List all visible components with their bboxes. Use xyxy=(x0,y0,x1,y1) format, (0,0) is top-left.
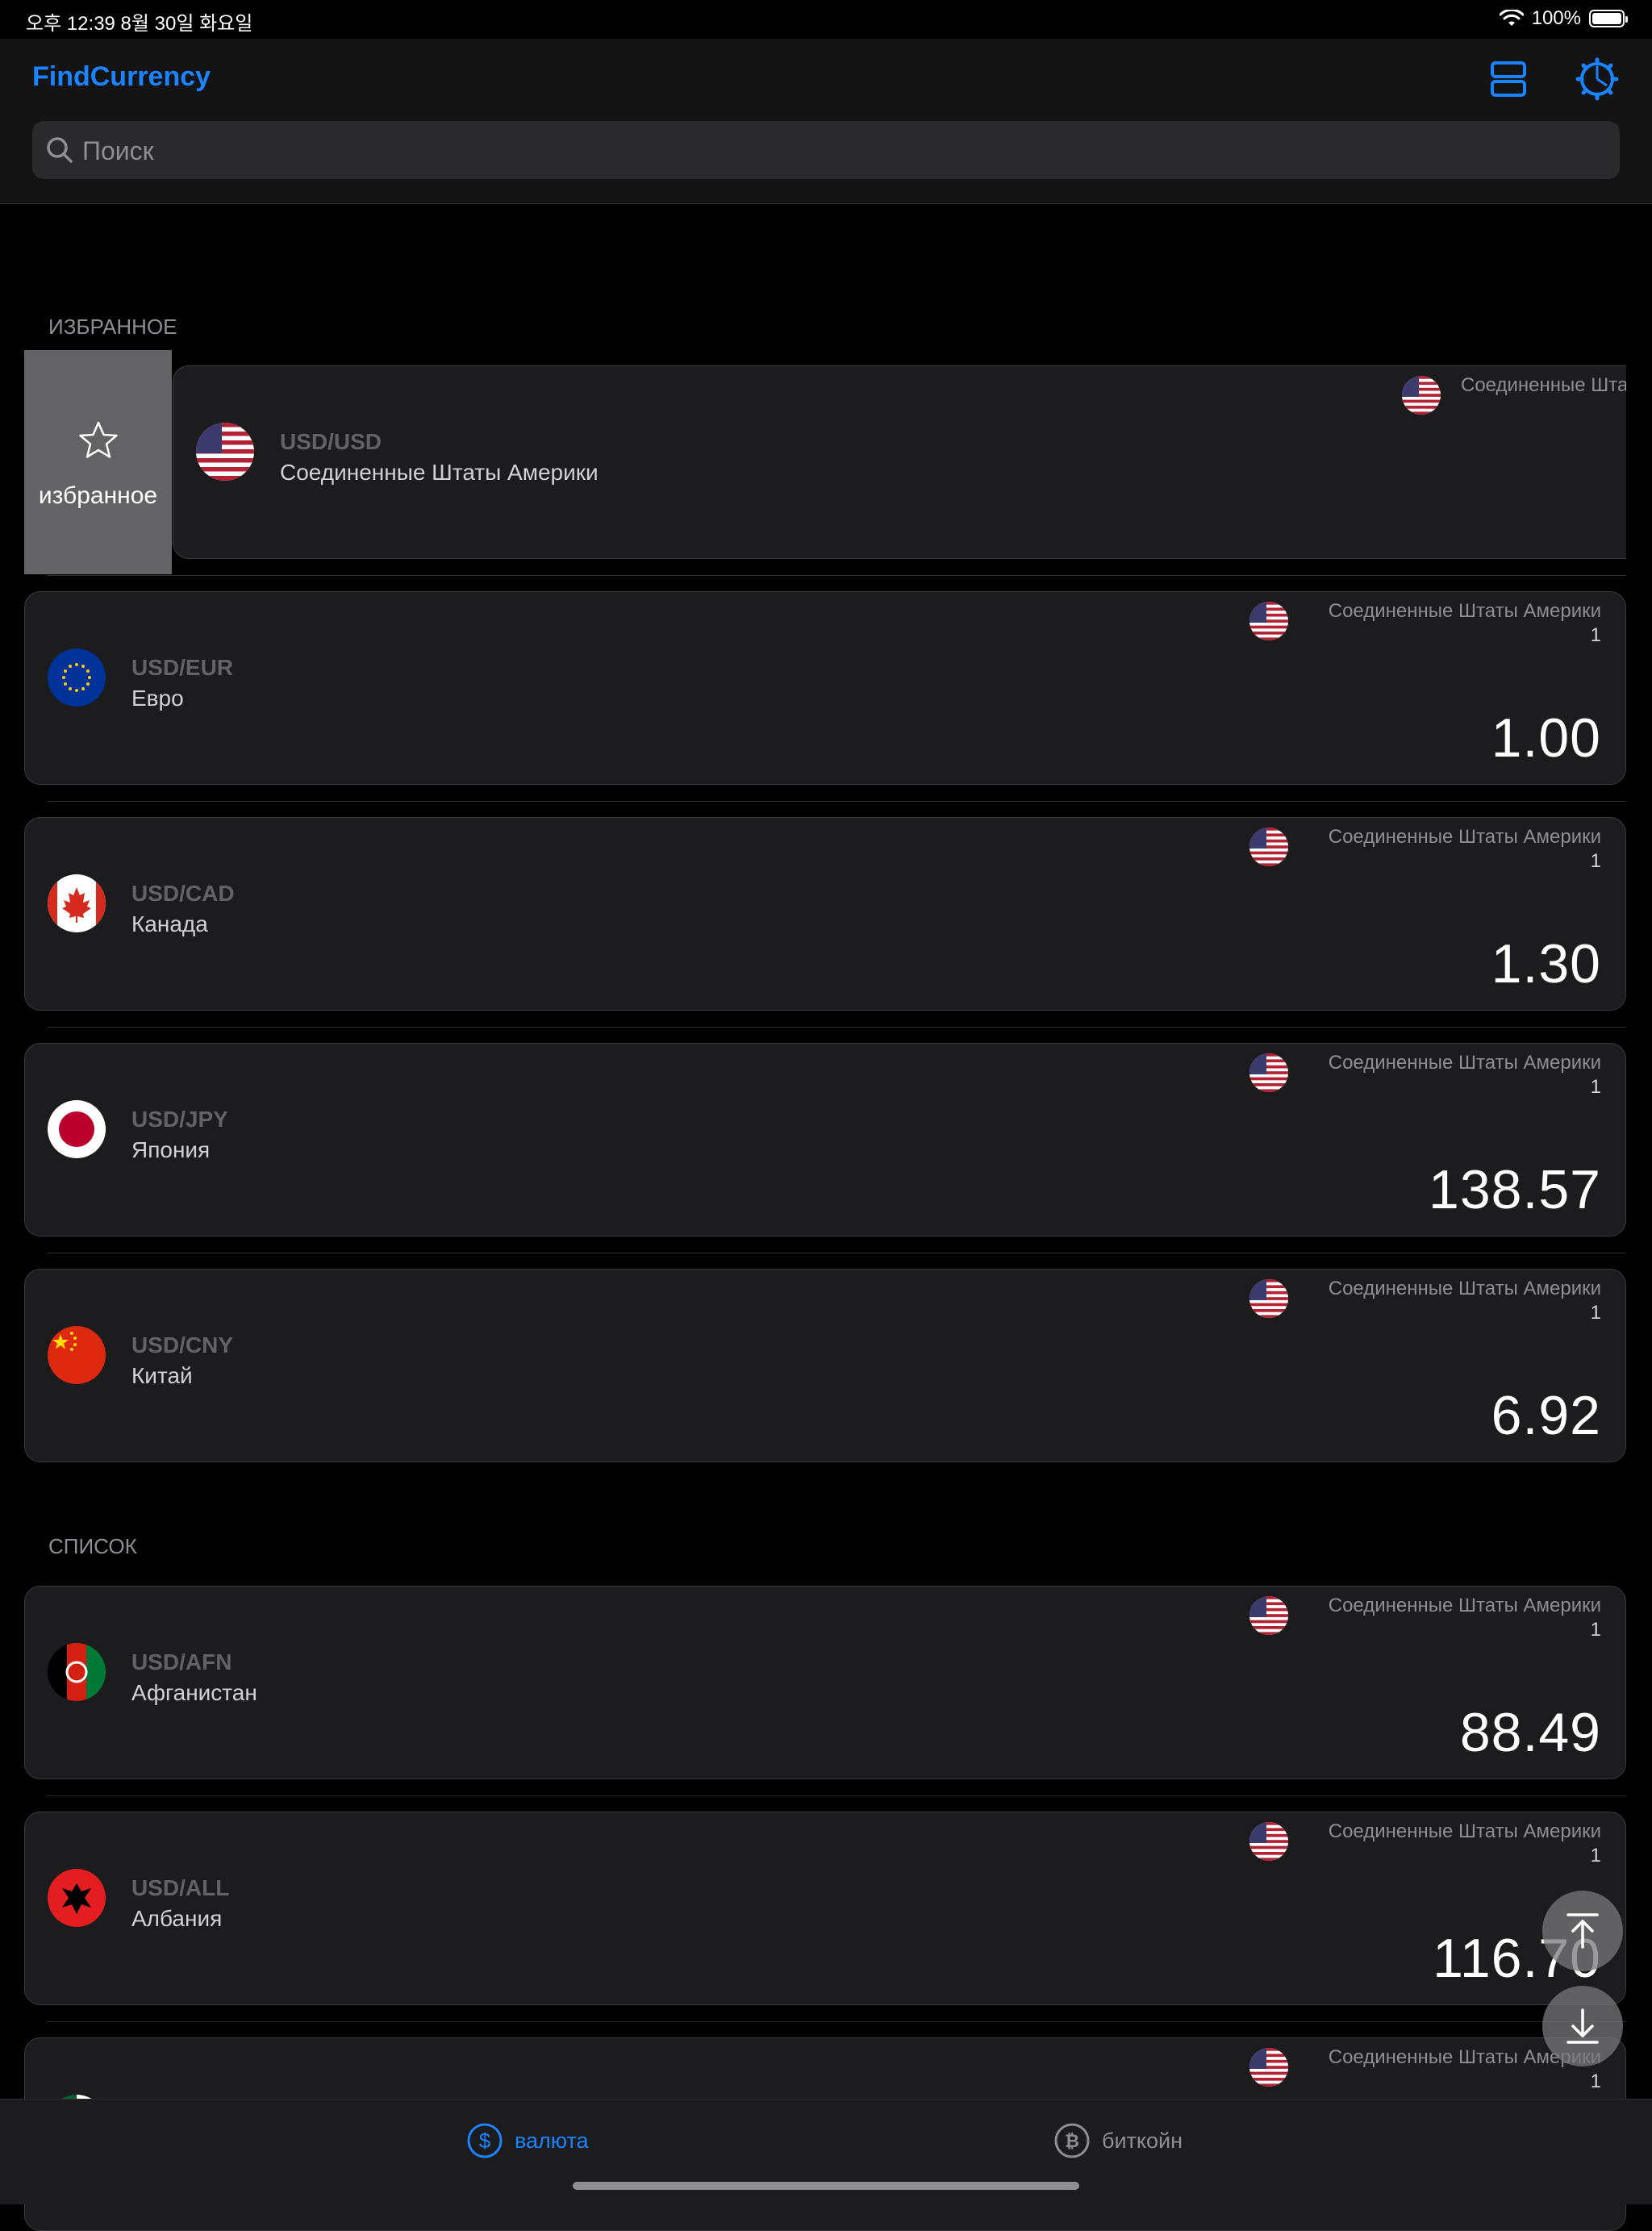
currency-pair: USD/AFN xyxy=(131,1649,232,1674)
row-separator xyxy=(47,1795,1626,1796)
currency-card-usd-cny[interactable]: USD/CNY Китай Соединенные Штаты Америки … xyxy=(24,1269,1626,1462)
search-bar[interactable] xyxy=(32,121,1620,181)
status-indicators: 100% xyxy=(1499,7,1628,30)
exchange-rate: 1.00 xyxy=(1491,707,1601,769)
scroll-to-top-button[interactable] xyxy=(1542,1891,1623,1971)
us-flag-icon xyxy=(1249,1596,1288,1635)
navigation-header: FindCurrency xyxy=(0,39,1652,204)
row-separator xyxy=(47,2021,1626,2022)
base-currency-name: Соединенные Штаты Америки xyxy=(1328,1278,1601,1299)
currency-country: Китай xyxy=(131,1363,193,1388)
base-currency-name: Соединенные Штаты Америки xyxy=(1328,600,1601,622)
row-separator xyxy=(47,801,1626,802)
currency-pair: USD/CAD xyxy=(131,881,235,906)
currency-pair: USD/EUR xyxy=(131,655,234,680)
search-icon xyxy=(47,137,73,163)
tab-currency[interactable]: $ валюта xyxy=(466,2122,589,2159)
us-flag-icon xyxy=(1249,1053,1288,1092)
gear-icon[interactable] xyxy=(1573,55,1621,103)
af-flag-icon xyxy=(48,1643,106,1701)
star-icon xyxy=(79,421,118,458)
home-indicator xyxy=(573,2182,1079,2190)
base-currency-name: Соединенные Штаты Америки xyxy=(1328,1595,1601,1616)
currency-country: Афганистан xyxy=(131,1680,257,1705)
us-flag-icon xyxy=(1249,1279,1288,1318)
base-amount: 1 xyxy=(1590,2070,1601,2092)
currency-card-usd-usd[interactable]: USD/USD Соединенные Штаты Америки Соедин… xyxy=(173,365,1626,559)
currency-country: Соединенные Штаты Америки xyxy=(280,460,599,485)
base-currency-name: Соединенные Штаты Америки xyxy=(1461,374,1626,396)
currency-country: Албания xyxy=(131,1906,223,1931)
list-section-header: СПИСОК xyxy=(48,1534,137,1558)
us-flag-icon xyxy=(1249,2048,1288,2087)
battery-icon xyxy=(1589,10,1628,27)
tab-currency-label: валюта xyxy=(515,2128,589,2153)
base-amount: 1 xyxy=(1590,850,1601,872)
currency-country: Евро xyxy=(131,686,184,711)
us-flag-icon xyxy=(1402,376,1441,415)
currency-card-usd-jpy[interactable]: USD/JPY Япония Соединенные Штаты Америки… xyxy=(24,1043,1626,1236)
svg-text:$: $ xyxy=(479,2129,491,2153)
currency-country: Япония xyxy=(131,1137,211,1162)
currency-card-usd-afn[interactable]: USD/AFN Афганистан Соединенные Штаты Аме… xyxy=(24,1586,1626,1779)
arrow-up-to-line-icon xyxy=(1566,1913,1599,1949)
layout-toggle-icon[interactable] xyxy=(1484,55,1533,103)
row-separator xyxy=(47,1027,1626,1028)
exchange-rate: 138.57 xyxy=(1429,1159,1601,1220)
tab-bitcoin[interactable]: ₿ биткойн xyxy=(1053,2122,1183,2159)
status-bar: 오후 12:39 8월 30일 화요일 100% xyxy=(0,0,1652,39)
scroll-to-bottom-button[interactable] xyxy=(1542,1986,1623,2066)
currency-country: Канада xyxy=(131,911,208,936)
base-amount: 1 xyxy=(1590,1076,1601,1098)
currency-card-usd-all[interactable]: USD/ALL Албания Соединенные Штаты Америк… xyxy=(24,1812,1626,2005)
dollar-circle-icon: $ xyxy=(467,2123,503,2158)
base-amount: 1 xyxy=(1590,1845,1601,1866)
currency-pair: USD/JPY xyxy=(131,1107,228,1132)
jp-flag-icon xyxy=(48,1100,106,1158)
search-input[interactable] xyxy=(81,121,1600,181)
us-flag-icon xyxy=(1249,828,1288,866)
base-amount: 1 xyxy=(1590,624,1601,646)
us-flag-icon xyxy=(1249,1822,1288,1861)
currency-card-usd-eur[interactable]: USD/EUR Евро Соединенные Штаты Америки 1… xyxy=(24,591,1626,785)
arrow-down-to-line-icon xyxy=(1566,2008,1599,2044)
base-currency-name: Соединенные Штаты Америки xyxy=(1328,826,1601,848)
base-amount: 1 xyxy=(1590,1302,1601,1324)
currency-pair: USD/CNY xyxy=(131,1332,234,1357)
battery-percent: 100% xyxy=(1531,7,1581,29)
wifi-icon xyxy=(1499,10,1524,26)
exchange-rate: 6.92 xyxy=(1491,1385,1601,1446)
base-currency-name: Соединенные Штаты Америки xyxy=(1328,1820,1601,1842)
add-favorite-swipe-action[interactable]: избранное xyxy=(24,350,172,574)
currency-card-usd-cad[interactable]: USD/CAD Канада Соединенные Штаты Америки… xyxy=(24,817,1626,1011)
ca-flag-icon xyxy=(48,874,106,932)
bitcoin-circle-icon: ₿ xyxy=(1054,2123,1090,2158)
al-flag-icon xyxy=(48,1869,106,1927)
exchange-rate: 1.30 xyxy=(1491,933,1601,995)
base-amount: 1 xyxy=(1590,1619,1601,1641)
app-title: FindCurrency xyxy=(32,61,211,92)
cn-flag-icon xyxy=(48,1326,106,1384)
favorite-action-label: избранное xyxy=(38,482,158,509)
exchange-rate: 88.49 xyxy=(1459,1702,1601,1763)
status-time-date: 오후 12:39 8월 30일 화요일 xyxy=(26,13,253,35)
base-currency-name: Соединенные Штаты Америки xyxy=(1328,1052,1601,1074)
us-flag-icon xyxy=(1249,602,1288,640)
currency-pair: USD/ALL xyxy=(131,1875,230,1900)
tab-bitcoin-label: биткойн xyxy=(1102,2128,1183,2153)
row-separator xyxy=(47,575,1626,576)
currency-pair: USD/USD xyxy=(280,429,382,454)
svg-text:₿: ₿ xyxy=(1065,2132,1079,2152)
us-flag-icon xyxy=(196,423,254,481)
eu-flag-icon xyxy=(48,648,106,707)
favorites-section-header: ИЗБРАННОЕ xyxy=(48,315,177,339)
